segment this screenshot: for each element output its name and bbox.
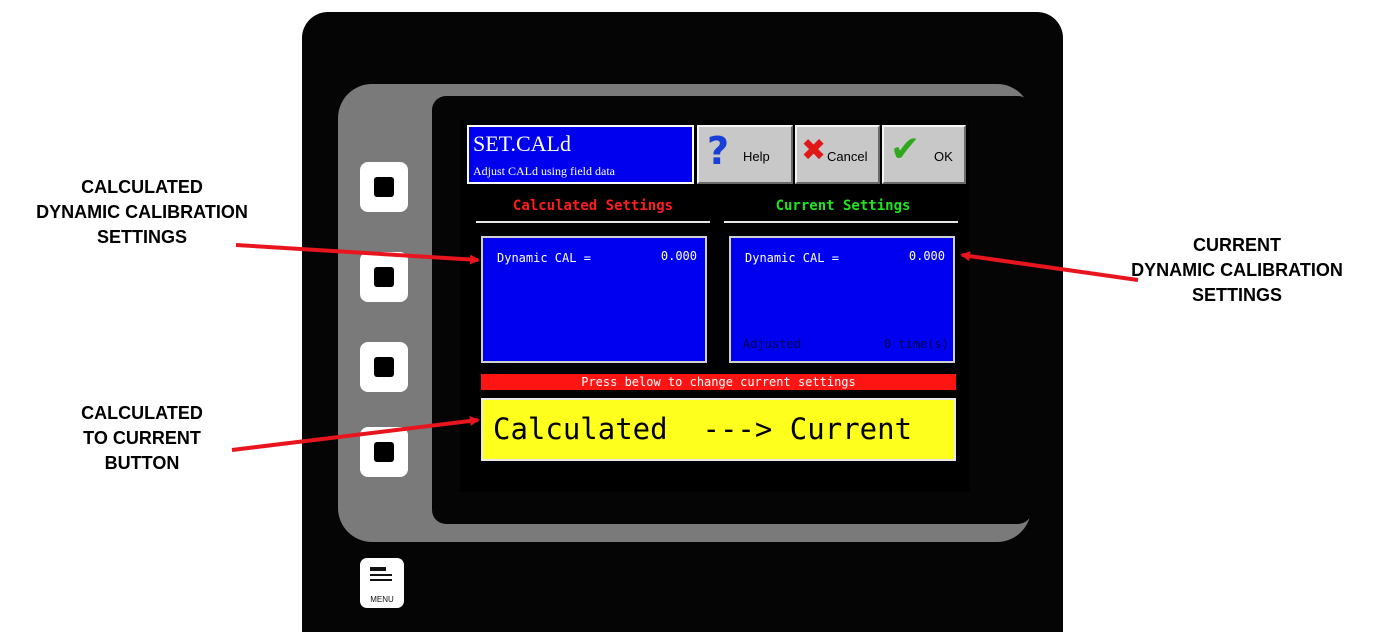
arrow-to-current-panel xyxy=(960,251,1139,282)
arrow-to-transfer-button xyxy=(231,416,480,452)
arrow-to-calculated-panel xyxy=(235,243,480,265)
annotation-arrows xyxy=(231,243,1139,452)
